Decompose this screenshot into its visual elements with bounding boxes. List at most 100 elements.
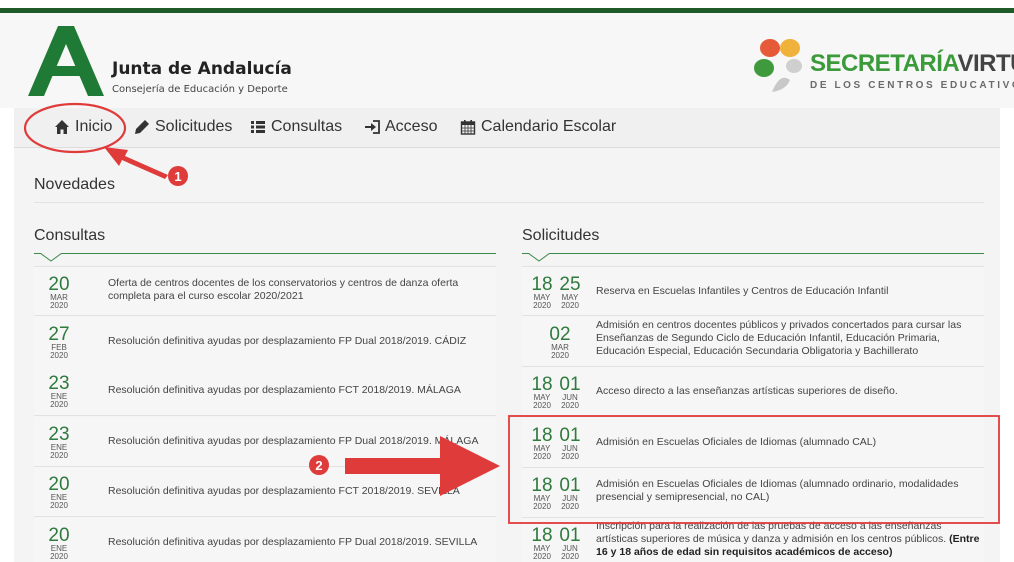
end-date-badge: 01 JUN 2020 [558, 375, 582, 410]
date-badge: 20 ENE 2020 [44, 526, 74, 561]
solicitudes-row[interactable]: 18 MAY 2020 25 MAY 2020 Reserva en Escuelas In… [522, 266, 984, 316]
row-text: Inscripción para la realización de las p… [596, 520, 950, 545]
end-date-badge: 01 JUN 2020 [558, 426, 582, 461]
nav-inicio-label: Inicio [75, 118, 113, 135]
pencil-icon [135, 120, 149, 134]
start-date-badge: 18 MAY 2020 [530, 476, 554, 511]
row-text: Acceso directo a las enseñanzas artístic… [596, 385, 898, 397]
nav-acceso-label: Acceso [385, 118, 438, 135]
nav-inicio[interactable]: Inicio [54, 118, 112, 136]
consultas-underline [34, 253, 496, 254]
solicitudes-underline [522, 253, 984, 254]
date-year: 2020 [561, 502, 579, 511]
date-day: 18 [531, 425, 553, 446]
nav-calendario[interactable]: Calendario Escolar [460, 118, 616, 136]
start-date-badge: 18 MAY 2020 [530, 275, 554, 310]
novedades-heading: Novedades [34, 176, 115, 193]
solicitudes-heading: Solicitudes [522, 227, 600, 244]
solicitudes-row[interactable]: 18 MAY 2020 01 JUN 2020 Admisión en Escuelas O… [522, 418, 984, 468]
date-day: 23 [48, 373, 70, 394]
date-year: 2020 [561, 301, 579, 310]
consultas-notch-icon [40, 253, 62, 262]
consultas-row[interactable]: 20 ENE 2020 Resolución definitiva ayudas po… [34, 467, 496, 517]
consultas-row-text[interactable]: Oferta de centros docentes de los conser… [108, 277, 492, 303]
solicitudes-row[interactable]: 18 MAY 2020 01 JUN 2020 Inscripción para la re… [522, 518, 984, 562]
solicitudes-row-text[interactable]: Admisión en Escuelas Oficiales de Idioma… [596, 436, 980, 449]
date-year: 2020 [50, 552, 68, 561]
consultas-heading: Consultas [34, 227, 106, 244]
row-text: Admisión en centros docentes públicos y … [596, 319, 962, 357]
date-year: 2020 [561, 401, 579, 410]
date-day: 18 [531, 475, 553, 496]
consultas-row-text[interactable]: Resolución definitiva ayudas por desplaz… [108, 536, 492, 549]
date-badge: 20 MAR 2020 [44, 275, 74, 310]
org-name: Junta de Andalucía [112, 59, 292, 79]
date-badge: 20 ENE 2020 [44, 475, 74, 510]
date-day: 02 [549, 324, 571, 345]
start-date-badge: 18 MAY 2020 [530, 375, 554, 410]
date-year: 2020 [50, 351, 68, 360]
secretaria-virtual-logo-icon[interactable] [750, 36, 810, 98]
date-year: 2020 [50, 501, 68, 510]
row-text: Admisión en Escuelas Oficiales de Idioma… [596, 478, 959, 503]
consultas-row[interactable]: 20 MAR 2020 Oferta de centros docentes de l… [34, 266, 496, 316]
divider [34, 202, 984, 203]
calendar-icon [460, 120, 476, 135]
consultas-row[interactable]: 23 ENE 2020 Resolución definitiva ayudas po… [34, 417, 496, 467]
consultas-row-text[interactable]: Resolución definitiva ayudas por desplaz… [108, 335, 492, 348]
nav-acceso[interactable]: Acceso [364, 118, 437, 136]
date-year: 2020 [533, 301, 551, 310]
start-date-badge: 18 MAY 2020 [530, 426, 554, 461]
row-text: Reserva en Escuelas Infantiles y Centros… [596, 285, 889, 297]
date-badge: 27 FEB 2020 [44, 325, 74, 360]
consultas-row-text[interactable]: Resolución definitiva ayudas por desplaz… [108, 435, 492, 448]
end-date-badge: 25 MAY 2020 [558, 275, 582, 310]
date-year: 2020 [561, 552, 579, 561]
consultas-row-text[interactable]: Resolución definitiva ayudas por desplaz… [108, 384, 492, 397]
solicitudes-row[interactable]: 18 MAY 2020 01 JUN 2020 Admisión en Escuelas O… [522, 468, 984, 518]
date-day: 20 [48, 274, 70, 295]
consultas-row[interactable]: 27 FEB 2020 Resolución definitiva ayudas po… [34, 317, 496, 367]
date-day: 18 [531, 374, 553, 395]
end-date-badge: 01 JUN 2020 [558, 476, 582, 511]
list-icon [251, 121, 265, 133]
solicitudes-row-text[interactable]: Reserva en Escuelas Infantiles y Centros… [596, 285, 980, 298]
date-year: 2020 [50, 301, 68, 310]
date-day: 23 [48, 424, 70, 445]
date-day: 01 [559, 425, 581, 446]
date-year: 2020 [561, 452, 579, 461]
date-year: 2020 [50, 451, 68, 460]
date-day: 01 [559, 374, 581, 395]
date-day: 20 [48, 525, 70, 546]
sign-in-icon [365, 120, 380, 134]
date-year: 2020 [551, 351, 569, 360]
solicitudes-row-text[interactable]: Admisión en centros docentes públicos y … [596, 319, 980, 358]
date-day: 01 [559, 475, 581, 496]
consultas-row[interactable]: 20 ENE 2020 Resolución definitiva ayudas po… [34, 518, 496, 562]
sv-title-a: SECRETARÍA [810, 50, 958, 77]
nav-calendario-label: Calendario Escolar [481, 118, 617, 135]
end-date-badge: 01 JUN 2020 [558, 526, 582, 561]
row-text: Admisión en Escuelas Oficiales de Idioma… [596, 436, 877, 448]
solicitudes-notch-icon [528, 253, 550, 262]
consultas-row-text[interactable]: Resolución definitiva ayudas por desplaz… [108, 485, 492, 498]
start-date-badge: 02 MAR 2020 [548, 325, 572, 360]
org-subtitle: Consejería de Educación y Deporte [112, 84, 288, 95]
sv-title-b: VIRTUAL [957, 50, 1014, 77]
nav-consultas[interactable]: Consultas [250, 118, 342, 136]
solicitudes-row-text[interactable]: Acceso directo a las enseñanzas artístic… [596, 385, 980, 398]
consultas-row[interactable]: 23 ENE 2020 Resolución definitiva ayudas po… [34, 366, 496, 416]
solicitudes-row-text[interactable]: Admisión en Escuelas Oficiales de Idioma… [596, 478, 980, 504]
date-day: 25 [559, 274, 581, 295]
date-year: 2020 [533, 401, 551, 410]
solicitudes-row[interactable]: 18 MAY 2020 01 JUN 2020 Acceso directo a las e… [522, 367, 984, 417]
nav-solicitudes-label: Solicitudes [155, 118, 233, 135]
nav-solicitudes[interactable]: Solicitudes [134, 118, 232, 136]
junta-logo-icon[interactable] [28, 26, 104, 98]
solicitudes-row[interactable]: 02 MAR 2020 Admisión en centros docentes pú… [522, 317, 984, 367]
date-year: 2020 [50, 400, 68, 409]
date-badge: 23 ENE 2020 [44, 374, 74, 409]
date-day: 18 [531, 274, 553, 295]
solicitudes-row-text[interactable]: Inscripción para la realización de las p… [596, 520, 980, 559]
secretaria-virtual-title: SECRETARÍAVIRTUAL [810, 50, 1014, 78]
